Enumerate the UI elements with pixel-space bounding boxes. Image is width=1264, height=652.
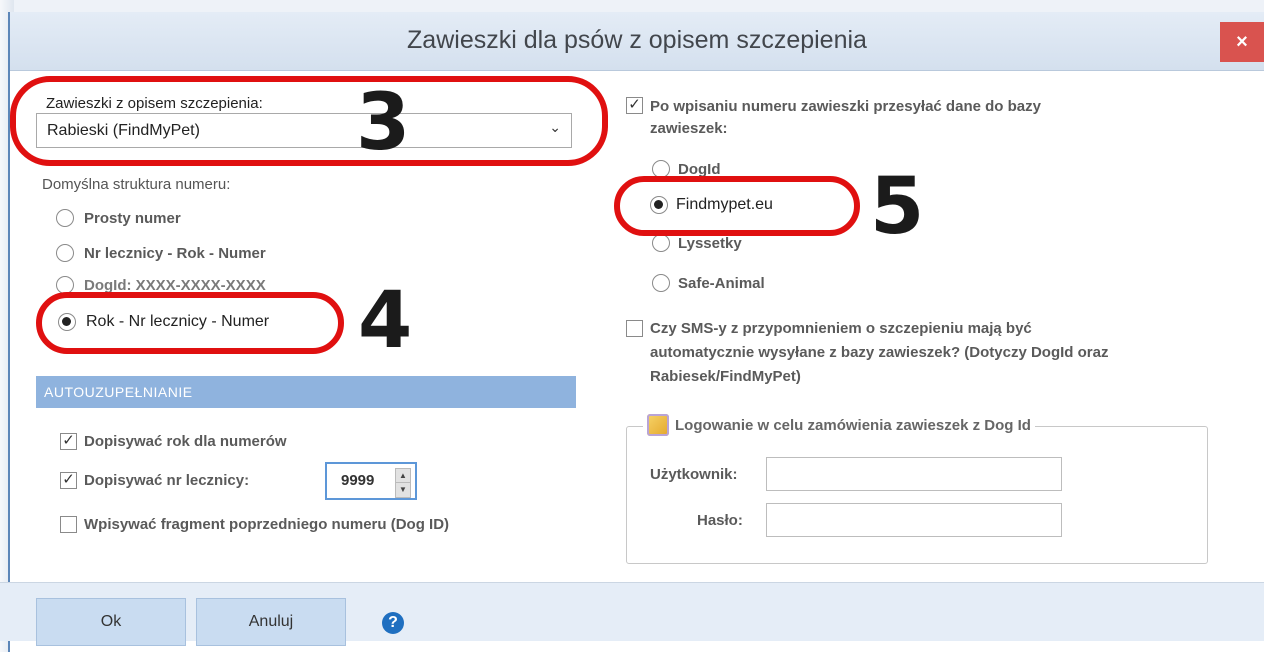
radio-lyssetky[interactable]: [652, 234, 670, 252]
window-title: Zawieszki dla psów z opisem szczepienia: [407, 26, 867, 54]
stepper-down-icon[interactable]: ▼: [395, 482, 411, 498]
clinic-number-value: 9999: [341, 472, 375, 489]
db-option-label: Safe-Animal: [678, 275, 765, 292]
append-year-checkbox[interactable]: ✓: [60, 433, 77, 450]
write-fragment-checkbox[interactable]: [60, 516, 77, 533]
help-icon[interactable]: ?: [382, 612, 404, 634]
append-clinic-checkbox[interactable]: ✓: [60, 472, 77, 489]
user-field[interactable]: [766, 457, 1062, 491]
sms-checkbox[interactable]: [626, 320, 643, 337]
structure-option-label: Prosty numer: [84, 210, 181, 227]
send-data-label-line1: Po wpisaniu numeru zawieszki przesyłać d…: [650, 98, 1041, 115]
callout-number-4: 4: [358, 276, 413, 366]
db-option-label: Lyssetky: [678, 235, 742, 252]
callout-ring-4: [36, 292, 344, 354]
close-button[interactable]: ×: [1220, 22, 1264, 62]
radio-nr-lecznicy-rok-numer[interactable]: [56, 244, 74, 262]
callout-number-5: 5: [870, 162, 925, 252]
radio-safe-animal[interactable]: [652, 274, 670, 292]
clinic-number-stepper[interactable]: 9999 ▲ ▼: [325, 462, 417, 500]
send-data-label-line2: zawieszek:: [650, 120, 728, 137]
sms-label-line2: automatycznie wysyłane z bazy zawieszek?…: [650, 344, 1109, 361]
callout-ring-5: [614, 176, 860, 236]
autofill-section-title: AUTOUZUPEŁNIANIE: [44, 384, 193, 400]
sms-label-line1: Czy SMS-y z przypomnieniem o szczepieniu…: [650, 320, 1032, 337]
login-group: [626, 426, 1208, 564]
callout-ring-3: [10, 76, 608, 166]
user-label: Użytkownik:: [650, 466, 738, 483]
password-label: Hasło:: [697, 512, 743, 529]
structure-label: Domyślna struktura numeru:: [42, 176, 231, 193]
login-group-title-text: Logowanie w celu zamówienia zawieszek z …: [675, 416, 1031, 434]
sms-label-line3: Rabiesek/FindMyPet): [650, 368, 801, 385]
autofill-section-header: AUTOUZUPEŁNIANIE: [36, 376, 576, 408]
title-bar: Zawieszki dla psów z opisem szczepienia …: [10, 12, 1264, 71]
append-year-label: Dopisywać rok dla numerów: [84, 433, 287, 450]
structure-option-label: Nr lecznicy - Rok - Numer: [84, 245, 266, 262]
lock-icon: [647, 414, 669, 436]
ok-button[interactable]: Ok: [36, 598, 186, 646]
send-data-checkbox[interactable]: ✓: [626, 97, 643, 114]
append-clinic-label: Dopisywać nr lecznicy:: [84, 472, 250, 489]
button-bar: [0, 582, 1264, 641]
radio-prosty-numer[interactable]: [56, 209, 74, 227]
write-fragment-label: Wpisywać fragment poprzedniego numeru (D…: [84, 516, 450, 533]
login-group-title: Logowanie w celu zamówienia zawieszek z …: [643, 414, 1035, 436]
password-field[interactable]: [766, 503, 1062, 537]
callout-number-3: 3: [356, 78, 411, 168]
cancel-button[interactable]: Anuluj: [196, 598, 346, 646]
